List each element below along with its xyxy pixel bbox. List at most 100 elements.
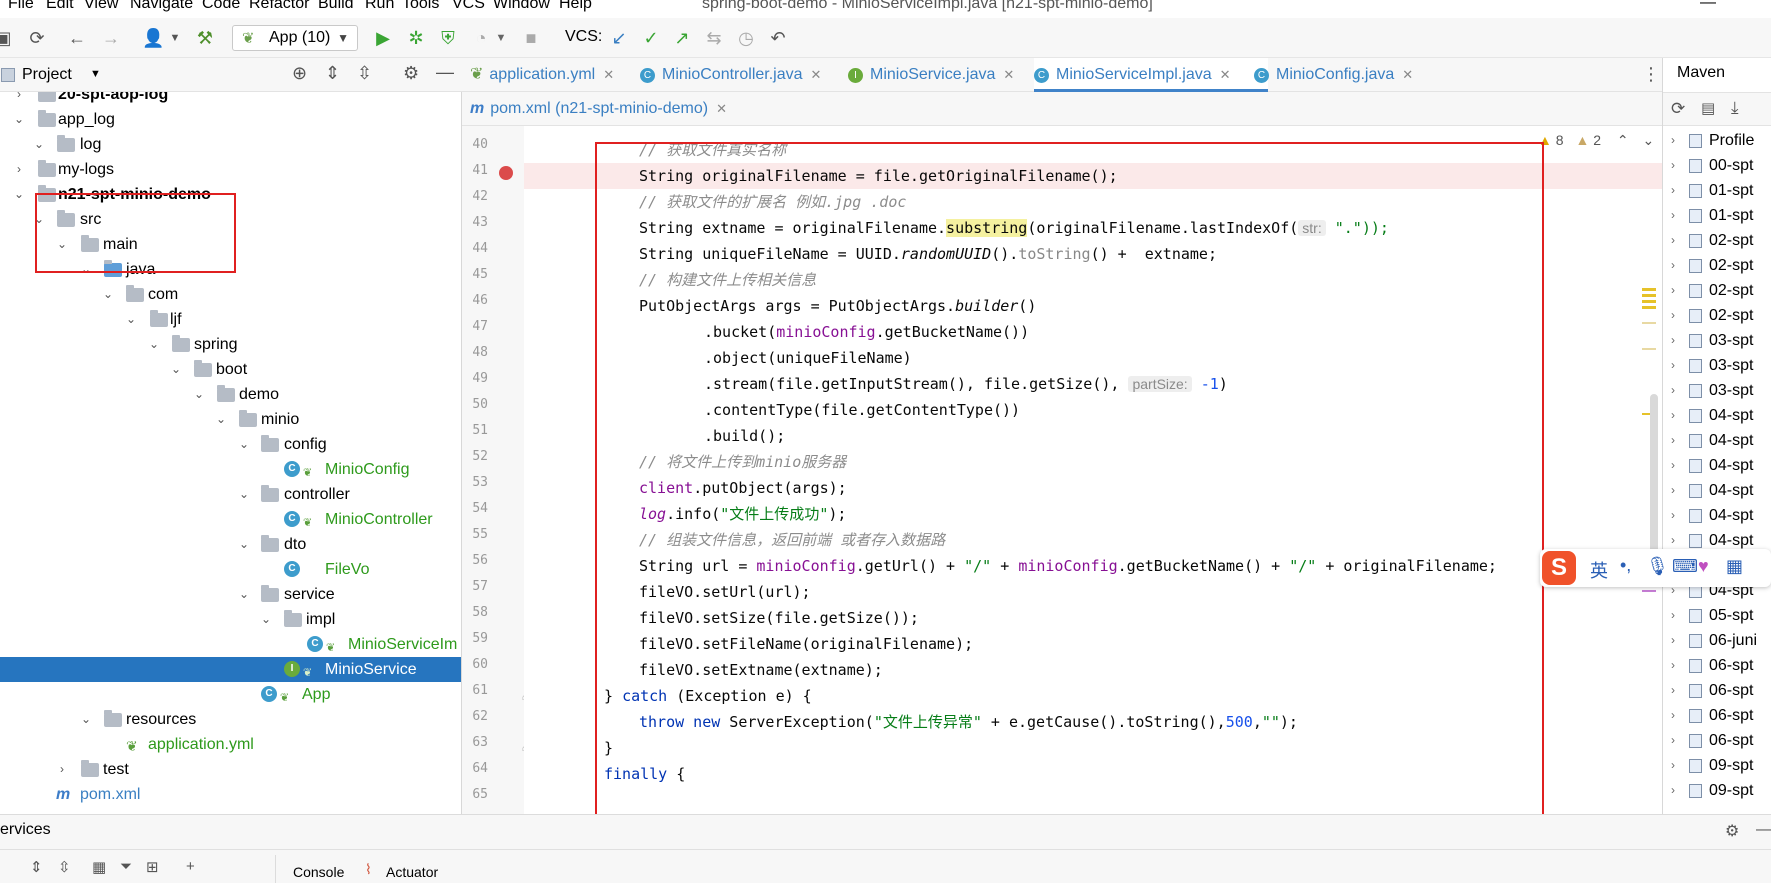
user-icon[interactable]: 👤 [142, 27, 164, 49]
chevron-right-icon[interactable]: › [1671, 378, 1675, 403]
close-icon[interactable]: ✕ [716, 101, 727, 116]
inspection-widget[interactable]: ▲ 8 ▲ 2 ⌃ ⌄ [1538, 132, 1654, 149]
tree-item-boot[interactable]: ⌄ boot [0, 357, 461, 382]
tree-item-demo[interactable]: ⌄ demo [0, 382, 461, 407]
menu-run[interactable]: Run [365, 0, 394, 13]
more-tabs-icon[interactable]: ⋮ [1642, 64, 1660, 85]
chevron-right-icon[interactable]: › [1671, 228, 1675, 253]
chevron-down-icon[interactable]: ⌄ [79, 707, 93, 732]
tab-minio-controller[interactable]: C MinioController.java ✕ [640, 58, 852, 92]
breakpoint-icon[interactable] [499, 166, 513, 180]
forward-icon[interactable]: → [100, 27, 122, 49]
tree-item-controller[interactable]: ⌄ controller [0, 482, 461, 507]
chevron-right-icon[interactable]: › [1671, 753, 1675, 778]
menu-grid-icon[interactable]: ▦ [1726, 556, 1743, 577]
chevron-down-icon[interactable]: ⌄ [169, 357, 183, 382]
stop-icon[interactable]: ■ [520, 27, 542, 49]
chevron-down-icon[interactable]: ⌄ [101, 282, 115, 307]
tree-item-minio-controller[interactable]: C ❦ MinioController [0, 507, 461, 532]
tree-item-minio-config[interactable]: C ❦ MinioConfig [0, 457, 461, 482]
chevron-right-icon[interactable]: › [1671, 478, 1675, 503]
tab-minio-service[interactable]: I MinioService.java ✕ [848, 58, 1046, 92]
expand-all-icon[interactable]: ⇕ [325, 63, 340, 84]
tree-item-app[interactable]: C ❦ App [0, 682, 461, 707]
chevron-right-icon[interactable]: › [55, 757, 69, 782]
chevron-right-icon[interactable]: › [1671, 328, 1675, 353]
chevron-right-icon[interactable]: › [1671, 253, 1675, 278]
vcs-history-icon[interactable]: ◷ [735, 27, 757, 49]
filter-icon[interactable]: ⏷ [120, 858, 132, 875]
menu-refactor[interactable]: Refactor [249, 0, 309, 13]
tab-minio-service-impl[interactable]: C MinioServiceImpl.java ✕ [1034, 58, 1268, 92]
minimize-icon[interactable]: — [1700, 0, 1716, 12]
tree-item-dto[interactable]: ⌄ dto [0, 532, 461, 557]
menu-tools[interactable]: Tools [402, 0, 439, 13]
chevron-right-icon[interactable]: › [1671, 653, 1675, 678]
gear-icon[interactable]: ⚙ [1725, 821, 1739, 841]
chevron-right-icon[interactable]: › [1671, 153, 1675, 178]
maven-panel-title[interactable]: Maven [1677, 64, 1725, 82]
vcs-merge-icon[interactable]: ⇆ [703, 27, 725, 49]
tree-item-config[interactable]: ⌄ config [0, 432, 461, 457]
tree-item-com[interactable]: ⌄ com [0, 282, 461, 307]
chevron-down-icon[interactable]: ⌄ [192, 382, 206, 407]
menu-code[interactable]: Code [202, 0, 240, 13]
tab-console[interactable]: Console [293, 864, 344, 880]
microphone-icon[interactable]: 🎙 [1646, 556, 1669, 577]
chevron-down-icon[interactable]: ⌄ [237, 582, 251, 607]
sync-icon[interactable]: ⟳ [26, 27, 48, 49]
vcs-update-icon[interactable]: ↙ [608, 27, 630, 49]
tab-pom-xml[interactable]: m pom.xml (n21-spt-minio-demo) ✕ [470, 92, 740, 126]
close-icon[interactable]: ✕ [1003, 67, 1014, 82]
menu-view[interactable]: View [84, 0, 118, 13]
chevron-right-icon[interactable]: › [1671, 353, 1675, 378]
add-icon[interactable]: + [186, 858, 195, 875]
build-hammer-icon[interactable]: ⚒ [194, 27, 216, 49]
chevron-down-icon[interactable]: ▼ [90, 68, 101, 80]
menu-build[interactable]: Build [318, 0, 354, 13]
chevron-down-icon[interactable]: ⌄ [147, 332, 161, 357]
chevron-right-icon[interactable]: › [1671, 503, 1675, 528]
hide-panel-icon[interactable]: — [436, 62, 454, 83]
chevron-right-icon[interactable]: › [1671, 403, 1675, 428]
menu-vcs[interactable]: VCS [452, 0, 485, 13]
tree-item-app-log[interactable]: ⌄ app_log [0, 107, 461, 132]
run-config-select[interactable]: ❦ App (10) ▼ [232, 25, 358, 51]
chevron-up-icon[interactable]: ⌃ [1617, 132, 1629, 148]
expand-all-icon[interactable]: ⇕ [30, 858, 43, 876]
download-icon[interactable]: ⤓ [1731, 98, 1739, 118]
menu-help[interactable]: Help [559, 0, 592, 13]
chevron-down-icon[interactable]: ▼ [490, 27, 512, 49]
tree-item-service[interactable]: ⌄ service [0, 582, 461, 607]
close-icon[interactable]: ✕ [603, 67, 614, 82]
vcs-rollback-icon[interactable]: ↶ [767, 27, 789, 49]
tree-item-pom-xml[interactable]: m pom.xml [0, 782, 461, 807]
locate-icon[interactable]: ⊕ [292, 63, 307, 84]
chevron-right-icon[interactable]: › [1671, 178, 1675, 203]
chevron-right-icon[interactable]: › [1671, 678, 1675, 703]
save-all-icon[interactable]: ▣ [0, 27, 14, 49]
chevron-right-icon[interactable]: › [1671, 628, 1675, 653]
new-tab-icon[interactable]: ⊞ [146, 858, 159, 876]
collapse-all-icon[interactable]: ⇳ [357, 63, 372, 84]
chevron-right-icon[interactable]: › [12, 157, 26, 182]
tab-application-yml[interactable]: ❦ application.yml ✕ [470, 58, 630, 92]
chevron-down-icon[interactable]: ⌄ [12, 107, 26, 132]
group-icon[interactable]: ▦ [92, 858, 106, 876]
vcs-commit-icon[interactable]: ✓ [640, 27, 662, 49]
chevron-right-icon[interactable]: › [1671, 778, 1675, 803]
chevron-right-icon[interactable]: › [1671, 303, 1675, 328]
chevron-down-icon[interactable]: ⌄ [237, 432, 251, 457]
close-icon[interactable]: ✕ [811, 67, 822, 82]
chevron-right-icon[interactable]: › [1671, 203, 1675, 228]
project-panel-title[interactable]: Project [22, 66, 72, 84]
skin-icon[interactable]: ♥ [1698, 556, 1709, 577]
chevron-down-icon[interactable]: ⌄ [214, 407, 228, 432]
keyboard-icon[interactable]: ⌨ [1672, 556, 1698, 577]
tree-item-20-spt-aop-log[interactable]: › 20-spt-aop-log [0, 92, 461, 107]
debug-icon[interactable]: ✲ [405, 27, 427, 49]
chevron-right-icon[interactable]: › [1671, 428, 1675, 453]
tab-minio-config[interactable]: C MinioConfig.java ✕ [1254, 58, 1454, 92]
editor-scrollbar-thumb[interactable] [1650, 394, 1658, 564]
generate-sources-icon[interactable]: ▤ [1701, 99, 1715, 117]
